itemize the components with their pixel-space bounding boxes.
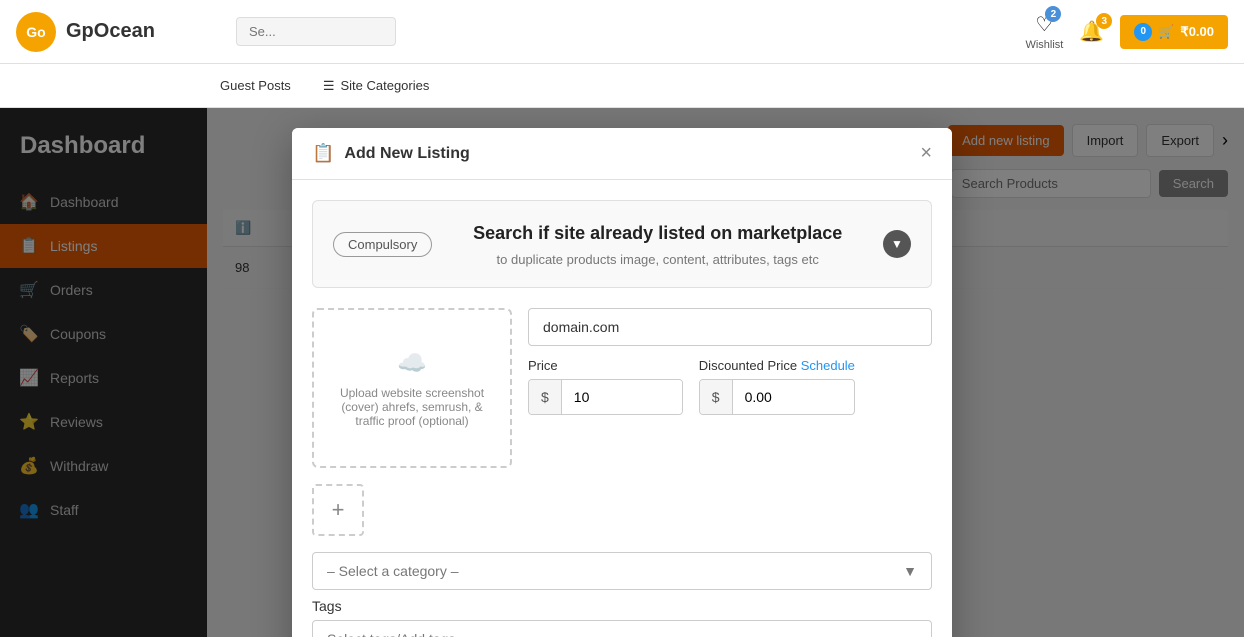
- modal: 📋 Add New Listing × Compulsory Search if…: [292, 128, 952, 637]
- category-dropdown-icon: ▼: [903, 563, 917, 579]
- search-banner-subtitle: to duplicate products image, content, at…: [448, 252, 867, 267]
- banner-dropdown-arrow[interactable]: ▼: [883, 230, 911, 258]
- header-search-input[interactable]: [236, 17, 396, 46]
- nav-site-categories[interactable]: ☰ Site Categories: [323, 66, 430, 106]
- tags-input[interactable]: [312, 620, 932, 637]
- upload-box[interactable]: ☁️ Upload website screenshot (cover) ahr…: [312, 308, 512, 468]
- upload-icon: ☁️: [397, 349, 427, 378]
- price-input[interactable]: [562, 380, 682, 414]
- upload-label: Upload website screenshot (cover) ahrefs…: [326, 386, 498, 428]
- upload-price-row: ☁️ Upload website screenshot (cover) ahr…: [312, 308, 932, 468]
- app-wrapper: Go GpOcean ♡ 2 Wishlist 🔔 3 0 🛒 ₹0.00: [0, 0, 1244, 637]
- modal-title-icon: 📋: [312, 143, 334, 164]
- price-group: Price $: [528, 358, 683, 415]
- cart-icon: 🛒: [1158, 24, 1174, 40]
- logo-area: Go GpOcean: [16, 12, 236, 52]
- schedule-link[interactable]: Schedule: [801, 358, 855, 373]
- price-label: Price: [528, 358, 683, 373]
- discounted-price-label: Discounted Price Schedule: [699, 358, 855, 373]
- cart-badge: 0: [1134, 23, 1152, 41]
- nav-guest-posts-label: Guest Posts: [220, 78, 291, 93]
- wishlist-label: Wishlist: [1025, 39, 1063, 51]
- discount-input[interactable]: [733, 380, 853, 414]
- search-banner-title: Search if site already listed on marketp…: [448, 221, 867, 246]
- wishlist-button[interactable]: ♡ 2 Wishlist: [1025, 12, 1063, 51]
- search-banner-text: Search if site already listed on marketp…: [448, 221, 867, 267]
- tags-label: Tags: [312, 598, 932, 614]
- domain-input[interactable]: [528, 308, 932, 346]
- modal-overlay: 📋 Add New Listing × Compulsory Search if…: [0, 108, 1244, 637]
- compulsory-badge: Compulsory: [333, 232, 432, 257]
- modal-close-button[interactable]: ×: [920, 142, 932, 165]
- cart-button[interactable]: 0 🛒 ₹0.00: [1120, 15, 1228, 49]
- hamburger-icon: ☰: [323, 78, 335, 94]
- modal-title: Add New Listing: [344, 145, 469, 163]
- discounted-price-group: Discounted Price Schedule $: [699, 358, 855, 415]
- price-input-wrap: $: [528, 379, 683, 415]
- logo-icon: Go: [16, 12, 56, 52]
- price-symbol: $: [529, 380, 562, 414]
- logo-text: GpOcean: [66, 20, 155, 43]
- nav-guest-posts[interactable]: Guest Posts: [220, 66, 291, 105]
- header-right: ♡ 2 Wishlist 🔔 3 0 🛒 ₹0.00: [1025, 12, 1228, 51]
- add-image-button[interactable]: +: [312, 484, 364, 536]
- body-area: Dashboard 🏠 Dashboard 📋 Listings 🛒 Order…: [0, 108, 1244, 637]
- price-row: Price $ Discounted Price Sc: [528, 358, 932, 415]
- notification-button[interactable]: 🔔 3: [1079, 19, 1104, 44]
- search-banner: Compulsory Search if site already listed…: [312, 200, 932, 288]
- notification-badge: 3: [1096, 13, 1112, 29]
- tags-section: Tags: [312, 598, 932, 637]
- category-select[interactable]: – Select a category – ▼: [312, 552, 932, 590]
- discount-input-wrap: $: [699, 379, 855, 415]
- wishlist-badge: 2: [1045, 6, 1061, 22]
- discount-symbol: $: [700, 380, 733, 414]
- form-right: Price $ Discounted Price Sc: [528, 308, 932, 468]
- modal-header: 📋 Add New Listing ×: [292, 128, 952, 180]
- modal-body: Compulsory Search if site already listed…: [292, 180, 952, 637]
- category-placeholder: – Select a category –: [327, 563, 459, 579]
- nav-bar: Guest Posts ☰ Site Categories: [0, 64, 1244, 108]
- cart-price: ₹0.00: [1180, 24, 1214, 40]
- header: Go GpOcean ♡ 2 Wishlist 🔔 3 0 🛒 ₹0.00: [0, 0, 1244, 64]
- nav-site-categories-label: Site Categories: [340, 78, 429, 93]
